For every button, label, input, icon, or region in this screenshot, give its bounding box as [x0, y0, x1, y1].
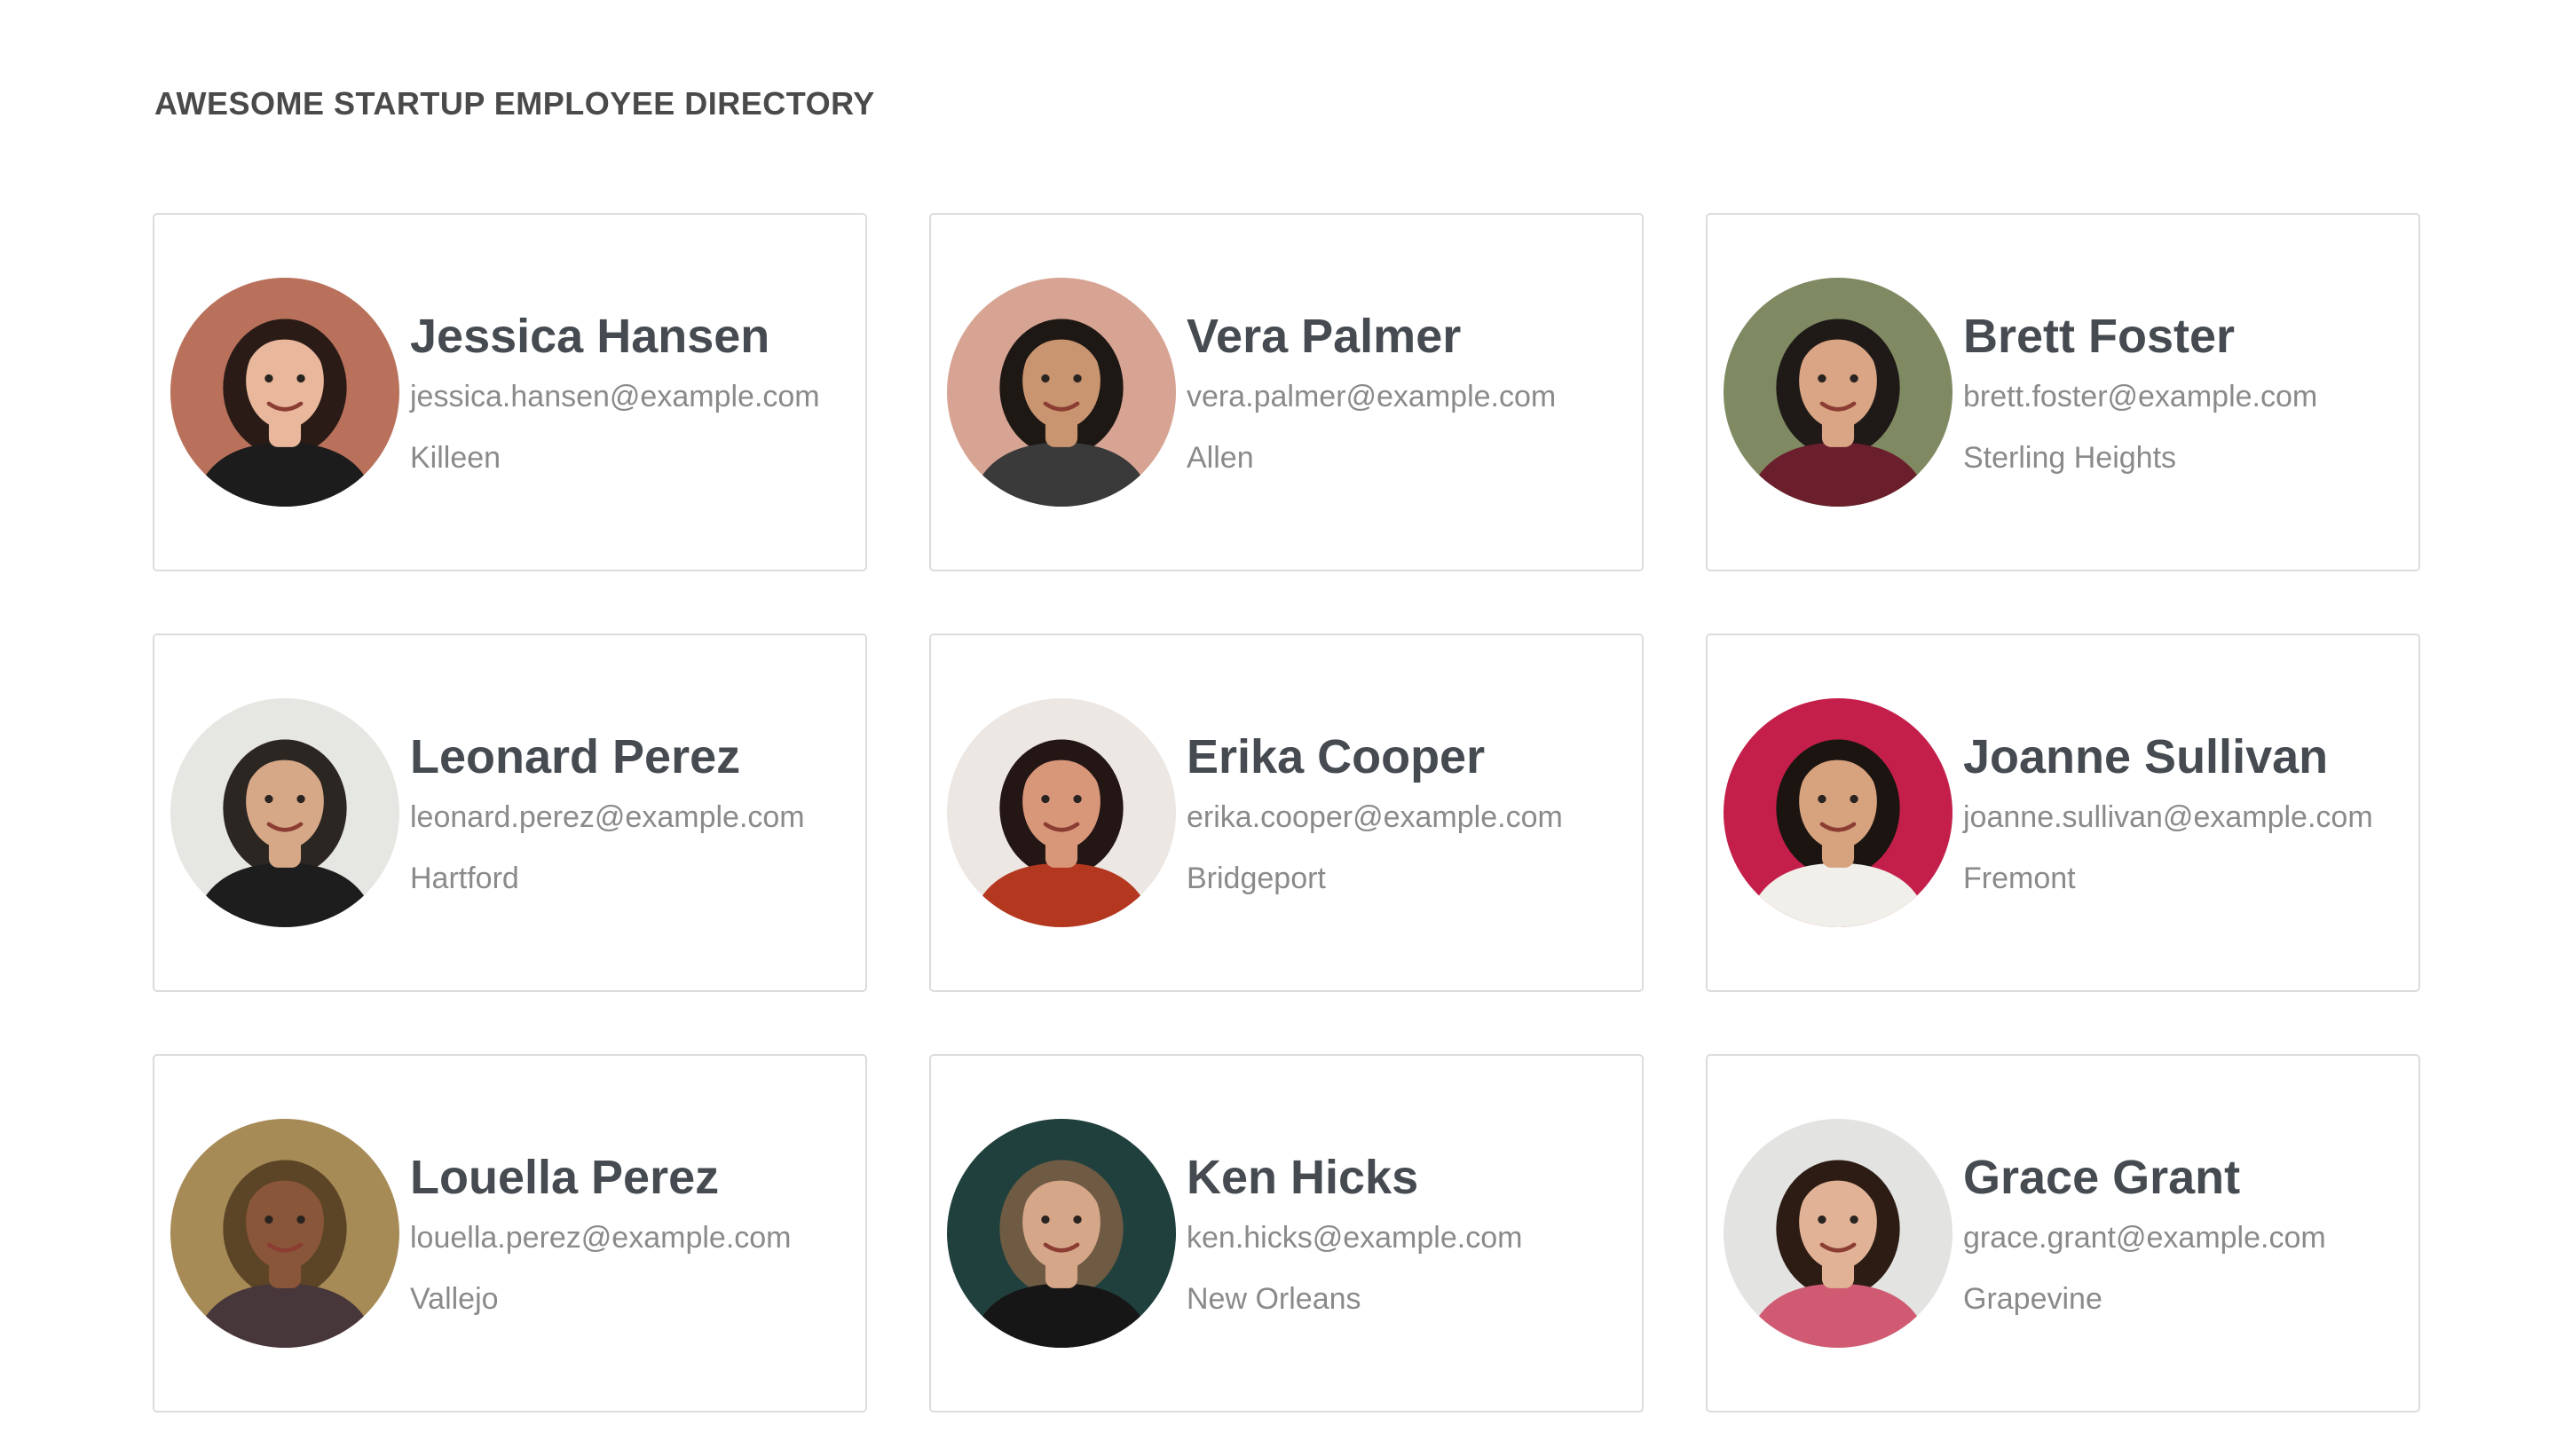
avatar [170, 698, 399, 927]
employee-info: Brett Foster brett.foster@example.com St… [1963, 309, 2317, 476]
employee-info: Ken Hicks ken.hicks@example.com New Orle… [1187, 1150, 1522, 1317]
employee-email: joanne.sullivan@example.com [1963, 800, 2373, 834]
employee-name: Joanne Sullivan [1963, 730, 2329, 783]
employee-email: brett.foster@example.com [1963, 380, 2318, 413]
employee-email: grace.grant@example.com [1963, 1221, 2326, 1255]
employee-name: Jessica Hansen [410, 310, 770, 363]
employee-city: Allen [1187, 441, 1254, 475]
employee-card[interactable]: Ken Hicks ken.hicks@example.com New Orle… [929, 1054, 1644, 1413]
avatar [947, 698, 1176, 927]
employee-city: Fremont [1963, 862, 2076, 895]
employee-card[interactable]: Grace Grant grace.grant@example.com Grap… [1706, 1054, 2420, 1413]
avatar [947, 278, 1176, 507]
employee-name: Louella Perez [410, 1151, 720, 1204]
employee-email: vera.palmer@example.com [1187, 380, 1557, 413]
employee-card[interactable]: Vera Palmer vera.palmer@example.com Alle… [929, 213, 1644, 571]
employee-name: Erika Cooper [1187, 730, 1486, 783]
employee-name: Vera Palmer [1187, 310, 1462, 363]
employee-city: Vallejo [410, 1282, 499, 1316]
avatar [947, 1119, 1176, 1348]
employee-email: leonard.perez@example.com [410, 800, 805, 834]
employee-email: ken.hicks@example.com [1187, 1221, 1523, 1255]
employee-card[interactable]: Jessica Hansen jessica.hansen@example.co… [153, 213, 867, 571]
employee-city: Hartford [410, 862, 519, 895]
avatar [1724, 698, 1952, 927]
employee-name: Leonard Perez [410, 730, 741, 783]
employee-city: Sterling Heights [1963, 441, 2177, 475]
employee-info: Grace Grant grace.grant@example.com Grap… [1963, 1150, 2326, 1317]
employee-card[interactable]: Erika Cooper erika.cooper@example.com Br… [929, 634, 1644, 992]
employee-info: Joanne Sullivan joanne.sullivan@example.… [1963, 729, 2373, 896]
employee-info: Erika Cooper erika.cooper@example.com Br… [1187, 729, 1563, 896]
employee-city: Grapevine [1963, 1282, 2102, 1316]
employee-email: louella.perez@example.com [410, 1221, 792, 1255]
employee-info: Jessica Hansen jessica.hansen@example.co… [410, 309, 820, 476]
employee-card[interactable]: Leonard Perez leonard.perez@example.com … [153, 634, 867, 992]
employee-name: Brett Foster [1963, 310, 2236, 363]
avatar [170, 1119, 399, 1348]
employee-name: Grace Grant [1963, 1151, 2241, 1204]
avatar [1724, 278, 1952, 507]
employee-info: Leonard Perez leonard.perez@example.com … [410, 729, 805, 896]
employee-name: Ken Hicks [1187, 1151, 1419, 1204]
avatar [1724, 1119, 1952, 1348]
employee-card[interactable]: Louella Perez louella.perez@example.com … [153, 1054, 867, 1413]
employee-gallery: Jessica Hansen jessica.hansen@example.co… [153, 213, 2421, 1413]
employee-city: Killeen [410, 441, 501, 475]
employee-info: Vera Palmer vera.palmer@example.com Alle… [1187, 309, 1556, 476]
employee-email: erika.cooper@example.com [1187, 800, 1563, 834]
employee-city: New Orleans [1187, 1282, 1361, 1316]
employee-city: Bridgeport [1187, 862, 1326, 895]
avatar [170, 278, 399, 507]
employee-email: jessica.hansen@example.com [410, 380, 820, 413]
employee-card[interactable]: Brett Foster brett.foster@example.com St… [1706, 213, 2420, 571]
page-title: AWESOME STARTUP EMPLOYEE DIRECTORY [154, 85, 875, 122]
employee-card[interactable]: Joanne Sullivan joanne.sullivan@example.… [1706, 634, 2420, 992]
employee-info: Louella Perez louella.perez@example.com … [410, 1150, 792, 1317]
